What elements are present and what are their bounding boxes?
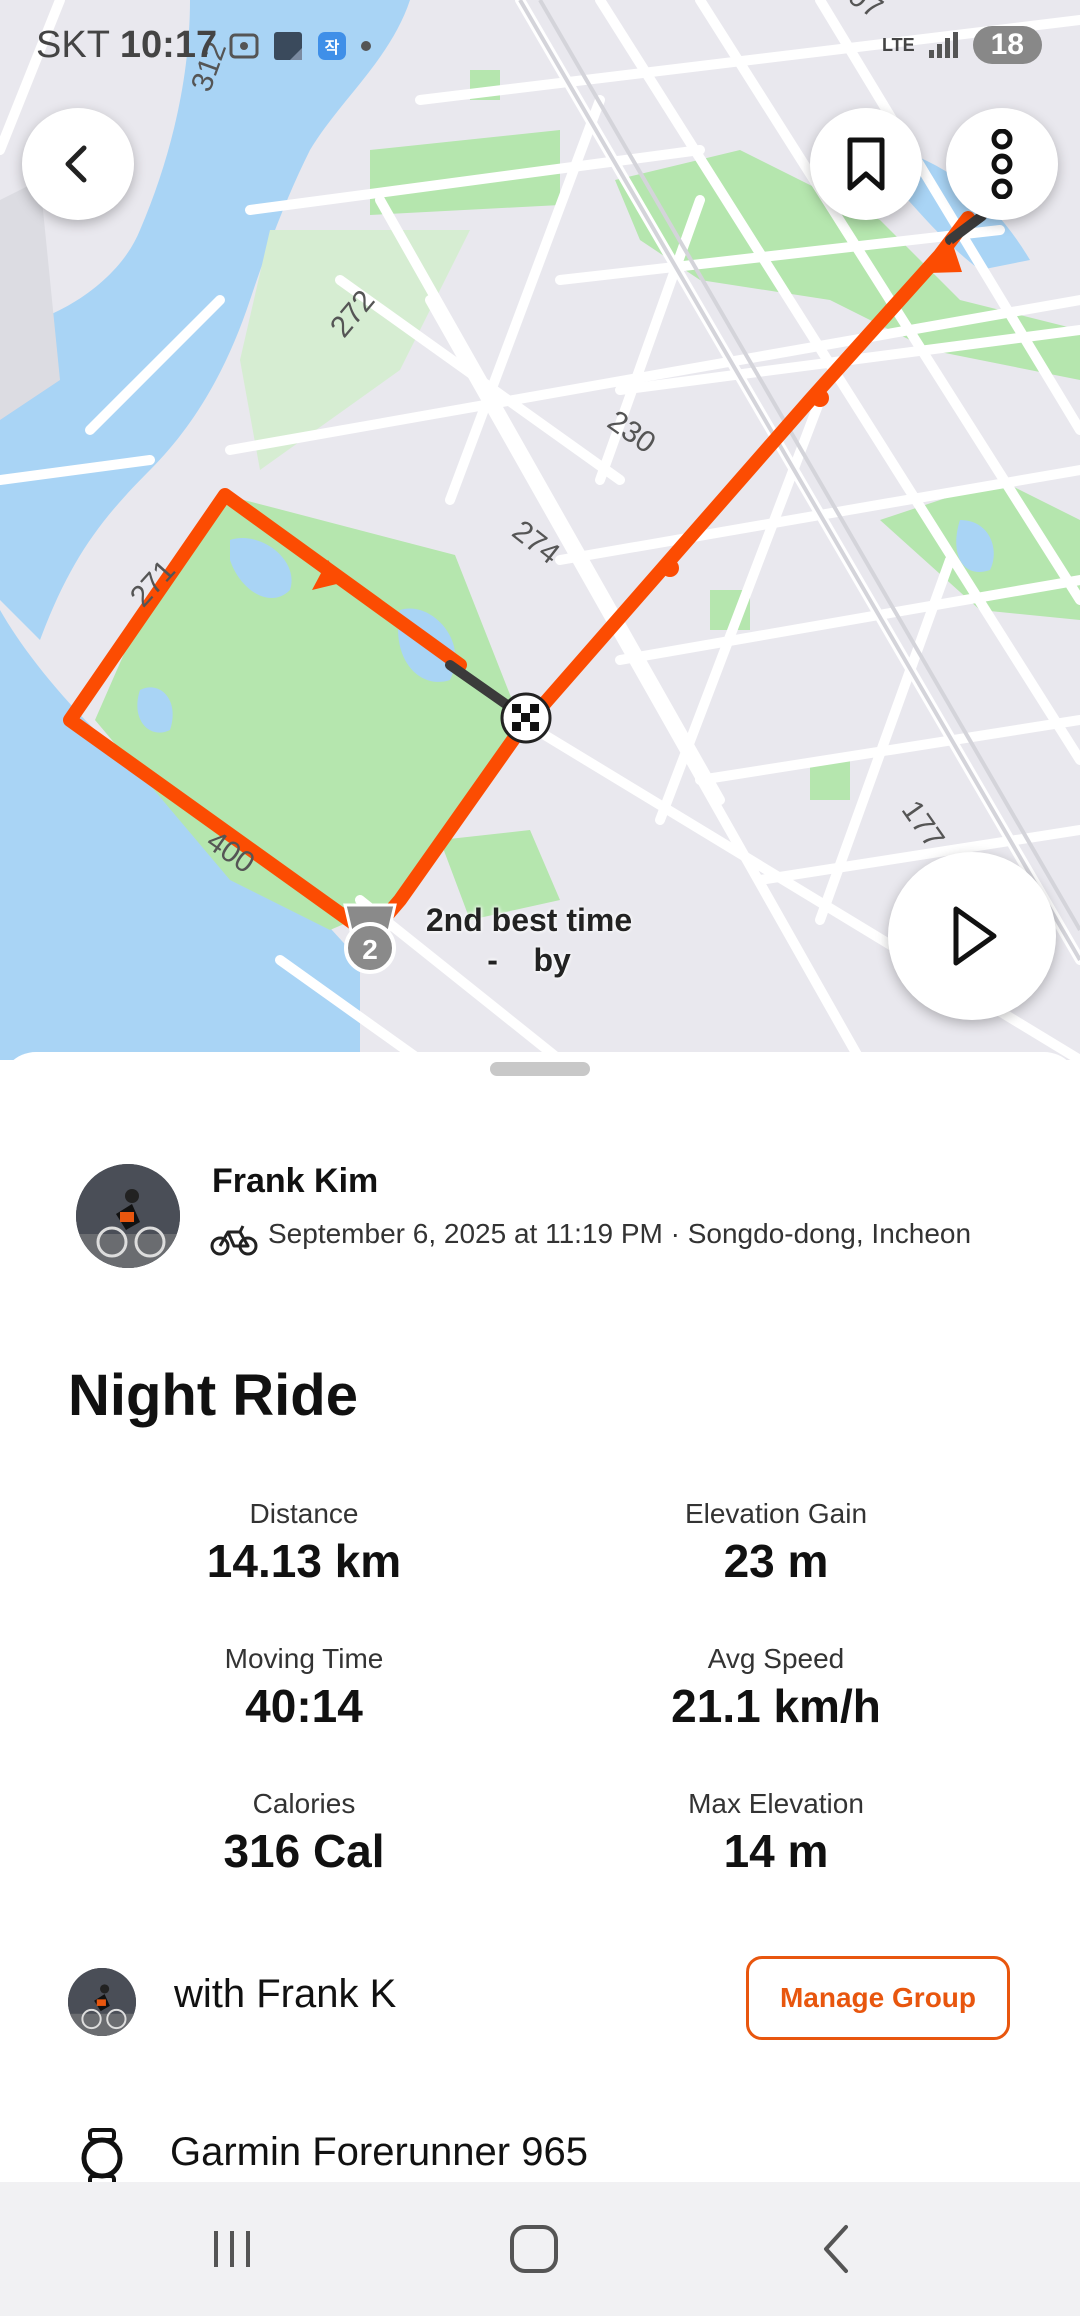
screenshot-icon: [229, 33, 259, 58]
back-arrow-icon: [824, 2225, 848, 2273]
notes-app-icon: [274, 31, 303, 60]
home-icon: [510, 2225, 558, 2273]
stat-value: 21.1 km/h: [671, 1680, 881, 1732]
group-member-avatar[interactable]: [68, 1968, 136, 2036]
medal-icon: 2: [343, 903, 397, 974]
stat-value: 23 m: [723, 1535, 829, 1587]
stat-distance: Distance 14.13 km: [104, 1498, 504, 1588]
athlete-name[interactable]: Frank Kim: [212, 1162, 378, 1201]
bike-icon: [210, 1225, 258, 1256]
avatar[interactable]: [76, 1164, 180, 1268]
sheet-drag-handle[interactable]: [490, 1062, 590, 1076]
manage-group-button[interactable]: Manage Group: [746, 1956, 1010, 2040]
recent-apps-button[interactable]: [162, 2182, 302, 2316]
bookmark-icon: [847, 137, 885, 191]
save-route-button[interactable]: [810, 108, 922, 220]
stat-value: 14 m: [723, 1825, 829, 1877]
chevron-left-icon: [65, 145, 87, 183]
road-label: 177: [895, 795, 951, 855]
network-type-label: LTE: [881, 35, 915, 55]
stat-value: 40:14: [245, 1680, 363, 1732]
stat-max-elevation: Max Elevation 14 m: [576, 1788, 976, 1878]
stat-avg-speed: Avg Speed 21.1 km/h: [576, 1643, 976, 1733]
stat-label: Avg Speed: [707, 1643, 845, 1674]
play-icon: [953, 906, 997, 966]
activity-details-sheet: Frank Kim September 6, 2025 at 11:19 PM …: [0, 1052, 1080, 2188]
stat-calories: Calories 316 Cal: [104, 1788, 504, 1878]
more-options-button[interactable]: [946, 108, 1058, 220]
battery-indicator: 18: [972, 26, 1042, 64]
segment-achievement-title: 2nd best time: [425, 902, 633, 938]
activity-title: Night Ride: [68, 1363, 358, 1428]
stat-value: 14.13 km: [206, 1535, 402, 1587]
stat-label: Distance: [249, 1498, 359, 1529]
segment-achievement-sub: - by: [487, 942, 571, 978]
system-navigation-bar: [0, 2182, 1080, 2316]
svg-text:작: 작: [325, 38, 340, 57]
home-button[interactable]: [464, 2182, 604, 2316]
stat-value: 316 Cal: [223, 1825, 385, 1877]
stat-elevation-gain: Elevation Gain 23 m: [576, 1498, 976, 1588]
cyclist-photo: [68, 1968, 136, 2036]
signal-icon: [928, 32, 958, 58]
play-flyover-button[interactable]: [888, 852, 1056, 1020]
back-button[interactable]: [22, 108, 134, 220]
system-back-button[interactable]: [766, 2182, 906, 2316]
recent-apps-icon: [214, 2231, 250, 2267]
carrier-label: SKT: [36, 24, 110, 66]
stat-label: Max Elevation: [688, 1788, 864, 1819]
status-bar: SKT 10:17 작 LTE 18: [0, 0, 1080, 96]
segment-achievement-label[interactable]: 2nd best time - by: [424, 900, 634, 980]
group-with-label[interactable]: with Frank K: [174, 1972, 396, 2017]
stat-moving-time: Moving Time 40:14: [104, 1643, 504, 1733]
more-vertical-icon: [991, 129, 1013, 199]
stat-label: Elevation Gain: [684, 1498, 868, 1529]
notification-dot-icon: [361, 40, 372, 51]
cyclist-photo: [76, 1164, 180, 1268]
finish-flag-icon: [500, 692, 552, 744]
svg-text:2: 2: [362, 934, 378, 965]
keyboard-app-icon: 작: [318, 31, 347, 60]
stat-label: Calories: [252, 1788, 356, 1819]
watch-icon: [81, 2128, 123, 2188]
clock: 10:17: [119, 24, 218, 66]
activity-date-location: September 6, 2025 at 11:19 PM · Songdo-d…: [268, 1218, 972, 1249]
device-name: Garmin Forerunner 965: [170, 2130, 588, 2174]
stat-label: Moving Time: [224, 1643, 384, 1674]
